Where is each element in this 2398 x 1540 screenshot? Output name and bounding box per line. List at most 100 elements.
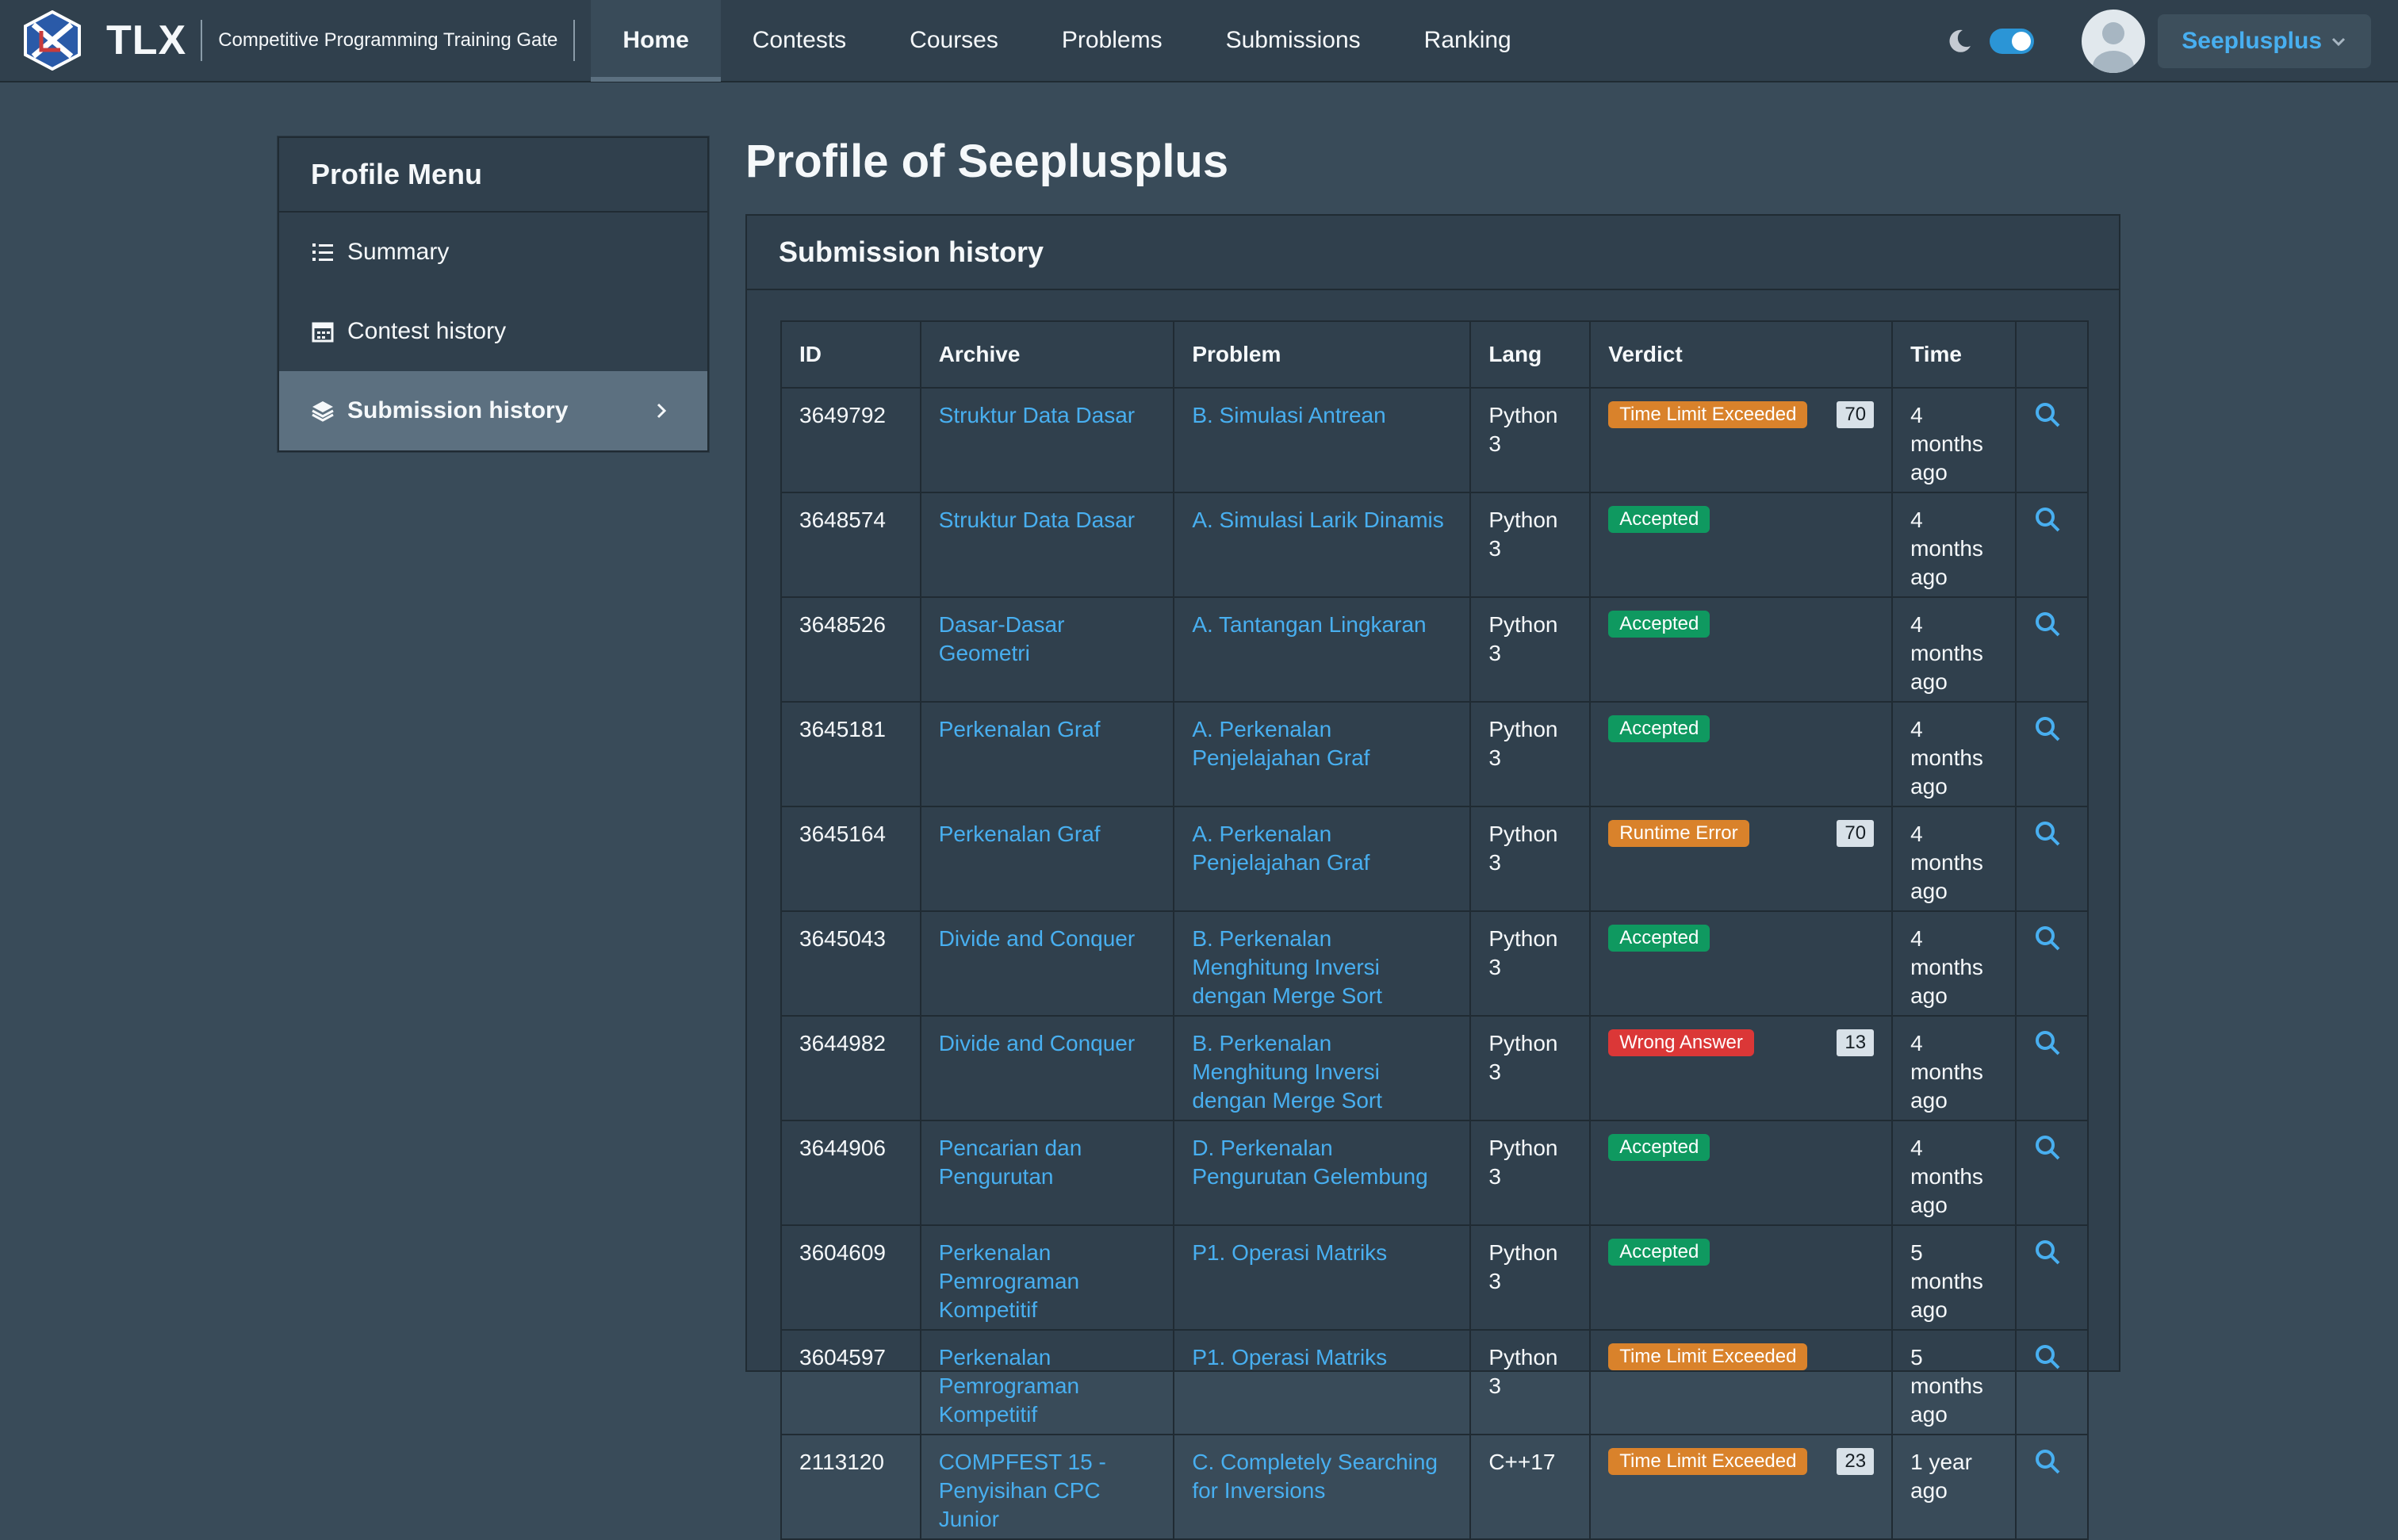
- language: Python 3: [1469, 492, 1592, 598]
- search-icon[interactable]: [2034, 506, 2061, 533]
- verdict-tag: Runtime Error: [1608, 820, 1749, 847]
- avatar[interactable]: [2082, 10, 2146, 73]
- moon-icon: [1949, 29, 1971, 52]
- table-row: 3648574 Struktur Data Dasar A. Simulasi La…: [780, 492, 2089, 598]
- chevron-down-icon: [2331, 37, 2346, 47]
- language: Python 3: [1469, 1120, 1592, 1226]
- nav-contests[interactable]: Contests: [721, 0, 878, 82]
- submission-history-card: Submission history ID Archive Problem La…: [745, 214, 2120, 1540]
- submission-id: 2113120: [780, 1434, 921, 1540]
- language: Python 3: [1469, 387, 1592, 493]
- language: Python 3: [1469, 1224, 1592, 1331]
- submission-id: 3604597: [780, 1329, 921, 1435]
- score-badge: 70: [1837, 401, 1875, 428]
- submission-time: 1 year ago: [1891, 1434, 2017, 1540]
- chevron-right-icon: [657, 403, 667, 419]
- submissions-table: ID Archive Problem Lang Verdict Time 364…: [780, 320, 2089, 1540]
- table-body: 3649792 Struktur Data Dasar B. Simulasi An…: [780, 387, 2089, 1540]
- search-icon[interactable]: [2034, 715, 2061, 742]
- problem-link[interactable]: D. Perkenalan Pengurutan Gelembung: [1192, 1136, 1427, 1189]
- calendar-icon: [312, 322, 334, 343]
- problem-link[interactable]: B. Simulasi Antrean: [1192, 403, 1385, 427]
- archive-link[interactable]: Perkenalan Graf: [939, 717, 1101, 741]
- problem-link[interactable]: B. Perkenalan Menghitung Inversi dengan …: [1192, 1031, 1382, 1113]
- search-icon[interactable]: [2034, 925, 2061, 952]
- header-id: ID: [780, 320, 921, 389]
- search-icon[interactable]: [2034, 1239, 2061, 1266]
- problem-link[interactable]: A. Perkenalan Penjelajahan Graf: [1192, 717, 1369, 770]
- language: Python 3: [1469, 910, 1592, 1017]
- search-icon[interactable]: [2034, 820, 2061, 847]
- archive-link[interactable]: Perkenalan Pemrograman Kompetitif: [939, 1240, 1079, 1322]
- problem-link[interactable]: A. Simulasi Larik Dinamis: [1192, 508, 1443, 532]
- submission-time: 4 months ago: [1891, 1015, 2017, 1121]
- verdict-tag: Time Limit Exceeded: [1608, 1448, 1808, 1475]
- archive-link[interactable]: Struktur Data Dasar: [939, 403, 1135, 427]
- page-title: Profile of Seeplusplus: [745, 136, 1229, 187]
- score-badge: 70: [1837, 820, 1875, 847]
- archive-link[interactable]: Dasar-Dasar Geometri: [939, 612, 1065, 665]
- menu-item-summary[interactable]: Summary: [279, 213, 707, 292]
- top-navbar: TLX Competitive Programming Training Gat…: [0, 0, 2398, 82]
- archive-link[interactable]: Perkenalan Graf: [939, 822, 1101, 846]
- verdict-tag: Accepted: [1608, 715, 1710, 742]
- search-icon[interactable]: [2034, 1134, 2061, 1161]
- header-problem: Problem: [1173, 320, 1472, 389]
- verdict-tag: Accepted: [1608, 506, 1710, 533]
- tlx-logo-icon[interactable]: [22, 10, 82, 71]
- archive-link[interactable]: Perkenalan Pemrograman Kompetitif: [939, 1345, 1079, 1427]
- header-action: [2015, 320, 2089, 389]
- table-row: 3649792 Struktur Data Dasar B. Simulasi An…: [780, 387, 2089, 493]
- problem-link[interactable]: C. Completely Searching for Inversions: [1192, 1450, 1438, 1503]
- submission-time: 4 months ago: [1891, 1120, 2017, 1226]
- menu-item-label: Submission history: [347, 397, 569, 423]
- table-row: 3645181 Perkenalan Graf A. Perkenalan Penj…: [780, 701, 2089, 807]
- submission-time: 5 months ago: [1891, 1224, 2017, 1331]
- layers-icon: [312, 401, 334, 422]
- nav-problems[interactable]: Problems: [1030, 0, 1194, 82]
- problem-link[interactable]: A. Perkenalan Penjelajahan Graf: [1192, 822, 1369, 875]
- submission-id: 3644982: [780, 1015, 921, 1121]
- nav-ranking[interactable]: Ranking: [1392, 0, 1543, 82]
- user-menu-button[interactable]: Seeplusplus: [2158, 14, 2371, 68]
- table-row: 3604597 Perkenalan Pemrograman Kompetitif…: [780, 1329, 2089, 1435]
- dark-mode-toggle[interactable]: [1990, 29, 2035, 54]
- nav-home[interactable]: Home: [591, 0, 721, 82]
- verdict-tag: Accepted: [1608, 611, 1710, 638]
- search-icon[interactable]: [2034, 1029, 2061, 1056]
- verdict-tag: Accepted: [1608, 925, 1710, 952]
- submission-time: 4 months ago: [1891, 492, 2017, 598]
- language: Python 3: [1469, 1015, 1592, 1121]
- header-lang: Lang: [1469, 320, 1592, 389]
- profile-menu: Profile Menu Summary Contest history Sub…: [278, 136, 709, 452]
- submission-time: 4 months ago: [1891, 910, 2017, 1017]
- language: Python 3: [1469, 1329, 1592, 1435]
- menu-item-contest-history[interactable]: Contest history: [279, 292, 707, 371]
- archive-link[interactable]: COMPFEST 15 - Penyisihan CPC Junior: [939, 1450, 1106, 1531]
- nav-submissions[interactable]: Submissions: [1194, 0, 1392, 82]
- table-row: 3648526 Dasar-Dasar Geometri A. Tantangan …: [780, 596, 2089, 703]
- problem-link[interactable]: P1. Operasi Matriks: [1192, 1345, 1387, 1370]
- archive-link[interactable]: Divide and Conquer: [939, 1031, 1136, 1055]
- nav-courses[interactable]: Courses: [878, 0, 1030, 82]
- search-icon[interactable]: [2034, 401, 2061, 428]
- problem-link[interactable]: P1. Operasi Matriks: [1192, 1240, 1387, 1265]
- problem-link[interactable]: B. Perkenalan Menghitung Inversi dengan …: [1192, 926, 1382, 1008]
- submission-time: 4 months ago: [1891, 387, 2017, 493]
- problem-link[interactable]: A. Tantangan Lingkaran: [1192, 612, 1426, 637]
- menu-item-submission-history[interactable]: Submission history: [279, 371, 707, 450]
- brand-name[interactable]: TLX: [106, 17, 186, 64]
- archive-link[interactable]: Struktur Data Dasar: [939, 508, 1135, 532]
- header-archive: Archive: [919, 320, 1175, 389]
- username: Seeplusplus: [2182, 28, 2322, 54]
- submission-time: 4 months ago: [1891, 701, 2017, 807]
- search-icon[interactable]: [2034, 1343, 2061, 1370]
- search-icon[interactable]: [2034, 1448, 2061, 1475]
- table-row: 3645043 Divide and Conquer B. Perkenalan M…: [780, 910, 2089, 1017]
- archive-link[interactable]: Divide and Conquer: [939, 926, 1136, 951]
- search-icon[interactable]: [2034, 611, 2061, 638]
- submission-id: 3645181: [780, 701, 921, 807]
- archive-link[interactable]: Pencarian dan Pengurutan: [939, 1136, 1082, 1189]
- verdict-tag: Accepted: [1608, 1134, 1710, 1161]
- submission-time: 4 months ago: [1891, 806, 2017, 912]
